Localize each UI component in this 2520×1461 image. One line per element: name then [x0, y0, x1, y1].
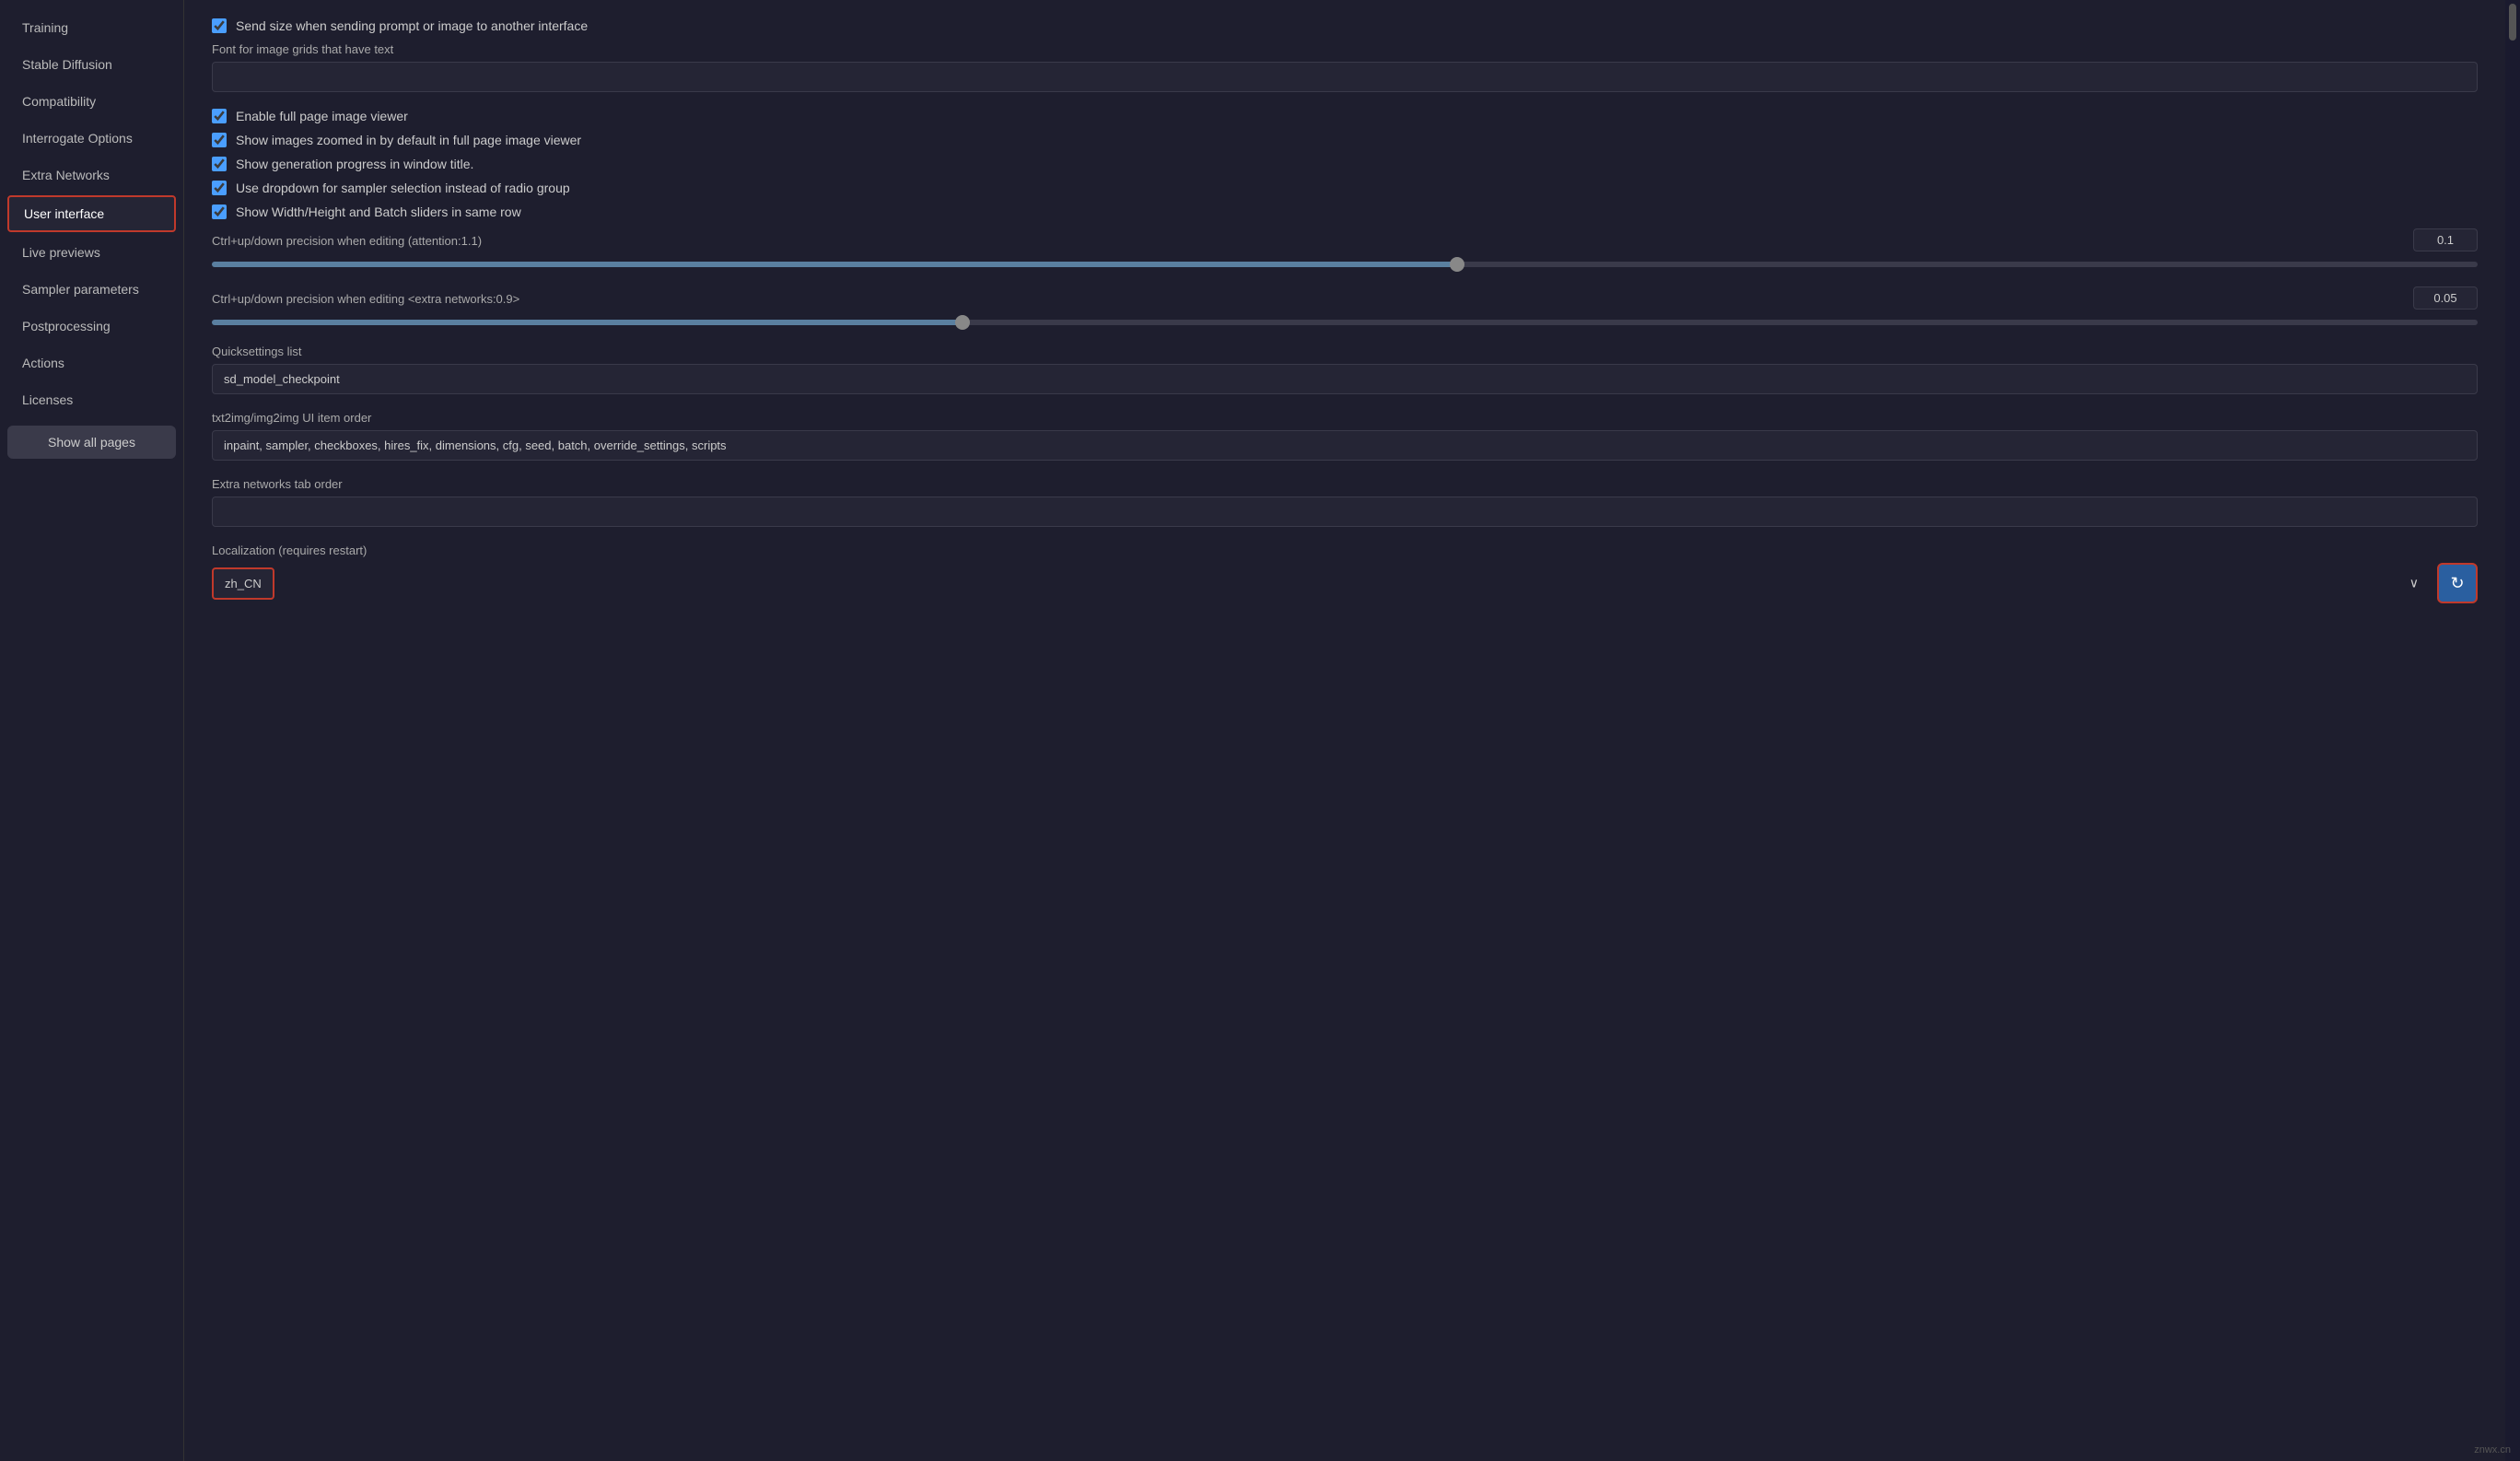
- txt2img-order-input[interactable]: [212, 430, 2478, 461]
- scrollbar[interactable]: [2505, 0, 2520, 1461]
- checkbox-show-width-height[interactable]: [212, 205, 227, 219]
- extra-networks-tab-label: Extra networks tab order: [212, 477, 2478, 491]
- show-all-pages-button[interactable]: Show all pages: [7, 426, 176, 459]
- checkbox-label-enable-full-page: Enable full page image viewer: [236, 109, 408, 123]
- sidebar-item-live-previews[interactable]: Live previews: [7, 236, 176, 269]
- sidebar-item-sampler-parameters[interactable]: Sampler parameters: [7, 273, 176, 306]
- checkbox-row-show-zoomed: Show images zoomed in by default in full…: [212, 133, 2478, 147]
- quicksettings-label: Quicksettings list: [212, 345, 2478, 358]
- localization-select-wrapper: zh_CN None en_US: [212, 567, 2428, 600]
- txt2img-order-section: txt2img/img2img UI item order: [212, 411, 2478, 461]
- watermark: znwx.cn: [2474, 1444, 2511, 1455]
- checkbox-row-send-size: Send size when sending prompt or image t…: [212, 18, 2478, 33]
- slider1-section: Ctrl+up/down precision when editing (att…: [212, 228, 2478, 270]
- slider2-container: [212, 313, 2478, 328]
- sidebar-item-actions[interactable]: Actions: [7, 346, 176, 380]
- slider2-range[interactable]: [212, 320, 2478, 325]
- localization-select[interactable]: zh_CN None en_US: [212, 567, 274, 600]
- sidebar-item-user-interface[interactable]: User interface: [7, 195, 176, 232]
- quicksettings-section: Quicksettings list: [212, 345, 2478, 394]
- sidebar: Training Stable Diffusion Compatibility …: [0, 0, 184, 1461]
- sidebar-item-postprocessing[interactable]: Postprocessing: [7, 310, 176, 343]
- txt2img-order-label: txt2img/img2img UI item order: [212, 411, 2478, 425]
- main-content: Send size when sending prompt or image t…: [184, 0, 2505, 1461]
- quicksettings-input[interactable]: [212, 364, 2478, 394]
- sidebar-item-licenses[interactable]: Licenses: [7, 383, 176, 416]
- sidebar-item-training[interactable]: Training: [7, 11, 176, 44]
- refresh-button[interactable]: ↻: [2437, 563, 2478, 603]
- font-for-grids-input[interactable]: [212, 62, 2478, 92]
- checkbox-label-show-progress: Show generation progress in window title…: [236, 157, 473, 171]
- checkbox-send-size[interactable]: [212, 18, 227, 33]
- checkbox-row-use-dropdown: Use dropdown for sampler selection inste…: [212, 181, 2478, 195]
- refresh-icon: ↻: [2450, 574, 2464, 593]
- slider2-label-row: Ctrl+up/down precision when editing <ext…: [212, 286, 2478, 310]
- slider1-range[interactable]: [212, 262, 2478, 267]
- slider1-container: [212, 255, 2478, 270]
- sidebar-item-stable-diffusion[interactable]: Stable Diffusion: [7, 48, 176, 81]
- slider2-value-input[interactable]: [2413, 286, 2478, 310]
- slider1-label: Ctrl+up/down precision when editing (att…: [212, 234, 2413, 248]
- checkbox-label-show-width-height: Show Width/Height and Batch sliders in s…: [236, 205, 521, 219]
- font-for-grids-label: Font for image grids that have text: [212, 42, 2478, 56]
- slider1-label-row: Ctrl+up/down precision when editing (att…: [212, 228, 2478, 251]
- checkbox-enable-full-page[interactable]: [212, 109, 227, 123]
- extra-networks-tab-section: Extra networks tab order: [212, 477, 2478, 527]
- checkbox-use-dropdown[interactable]: [212, 181, 227, 195]
- checkbox-row-enable-full-page: Enable full page image viewer: [212, 109, 2478, 123]
- extra-networks-tab-input[interactable]: [212, 497, 2478, 527]
- checkbox-label-show-zoomed: Show images zoomed in by default in full…: [236, 133, 581, 147]
- checkbox-row-show-width-height: Show Width/Height and Batch sliders in s…: [212, 205, 2478, 219]
- checkbox-show-zoomed[interactable]: [212, 133, 227, 147]
- localization-section: Localization (requires restart) zh_CN No…: [212, 543, 2478, 603]
- slider2-section: Ctrl+up/down precision when editing <ext…: [212, 286, 2478, 328]
- scrollbar-thumb[interactable]: [2509, 4, 2516, 41]
- slider2-label: Ctrl+up/down precision when editing <ext…: [212, 292, 2413, 306]
- sidebar-item-compatibility[interactable]: Compatibility: [7, 85, 176, 118]
- sidebar-item-extra-networks[interactable]: Extra Networks: [7, 158, 176, 192]
- localization-label: Localization (requires restart): [212, 543, 2478, 557]
- checkbox-label-send-size: Send size when sending prompt or image t…: [236, 18, 588, 33]
- font-for-grids-section: Font for image grids that have text: [212, 42, 2478, 92]
- checkbox-show-progress[interactable]: [212, 157, 227, 171]
- slider1-value-input[interactable]: [2413, 228, 2478, 251]
- checkbox-label-use-dropdown: Use dropdown for sampler selection inste…: [236, 181, 570, 195]
- sidebar-item-interrogate-options[interactable]: Interrogate Options: [7, 122, 176, 155]
- localization-row: zh_CN None en_US ↻: [212, 563, 2478, 603]
- checkbox-row-show-progress: Show generation progress in window title…: [212, 157, 2478, 171]
